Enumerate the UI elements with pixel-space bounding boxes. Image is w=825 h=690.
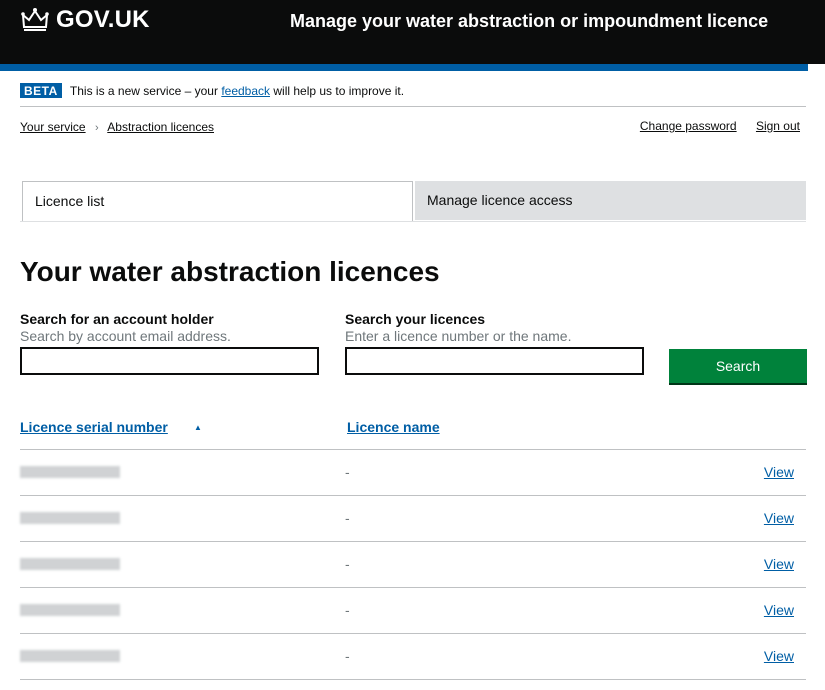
breadcrumb-your-service[interactable]: Your service (20, 120, 86, 134)
redacted-serial-number (20, 604, 120, 616)
view-link[interactable]: View (764, 510, 794, 526)
breadcrumb-abstraction-licences[interactable]: Abstraction licences (107, 120, 214, 134)
tab-licence-list[interactable]: Licence list (22, 181, 413, 221)
view-link[interactable]: View (764, 464, 794, 480)
redacted-serial-number (20, 466, 120, 478)
service-name[interactable]: Manage your water abstraction or impound… (290, 9, 790, 33)
table-row: - View (20, 542, 806, 588)
header-accent-bar (0, 64, 808, 71)
tab-manage-licence-access[interactable]: Manage licence access (415, 181, 806, 220)
search-button[interactable]: Search (669, 349, 807, 383)
phase-text-after: will help us to improve it. (273, 84, 405, 98)
govuk-logo[interactable]: GOV.UK (56, 6, 150, 34)
account-holder-input[interactable] (20, 347, 319, 375)
licence-name-cell: - (345, 556, 350, 572)
site-header: GOV.UK Manage your water abstraction or … (0, 0, 825, 64)
licence-search-field: Search your licences Enter a licence num… (345, 311, 644, 375)
redacted-serial-number (20, 558, 120, 570)
redacted-serial-number (20, 650, 120, 662)
view-link[interactable]: View (764, 602, 794, 618)
breadcrumb-separator-icon: › (94, 122, 99, 134)
view-link[interactable]: View (764, 648, 794, 664)
account-holder-label: Search for an account holder (20, 311, 214, 327)
page-title: Your water abstraction licences (20, 256, 440, 287)
account-links: Change password Sign out (624, 119, 800, 133)
table-row: - View (20, 450, 806, 496)
crown-icon (21, 8, 49, 31)
divider (20, 106, 806, 107)
table-row: - View (20, 496, 806, 542)
licence-name-cell: - (345, 510, 350, 526)
licence-table: - View - View - View - View - View (20, 450, 806, 680)
table-row: - View (20, 634, 806, 680)
licence-search-hint: Enter a licence number or the name. (345, 328, 572, 344)
sign-out-link[interactable]: Sign out (756, 119, 800, 133)
account-holder-search-field: Search for an account holder Search by a… (20, 311, 319, 375)
redacted-serial-number (20, 512, 120, 524)
licence-name-cell: - (345, 464, 350, 480)
sort-ascending-icon[interactable]: ▲ (194, 423, 202, 432)
tab-list: Licence list Manage licence access (20, 181, 806, 222)
view-link[interactable]: View (764, 556, 794, 572)
licence-search-label: Search your licences (345, 311, 486, 327)
account-holder-hint: Search by account email address. (20, 328, 231, 344)
licence-name-cell: - (345, 602, 350, 618)
licence-serial-number-column-header[interactable]: Licence serial number (20, 419, 168, 435)
feedback-link[interactable]: feedback (221, 84, 270, 98)
licence-name-column-header[interactable]: Licence name (347, 419, 440, 435)
table-row: - View (20, 588, 806, 634)
change-password-link[interactable]: Change password (640, 119, 737, 133)
phase-banner: BETA This is a new service – your feedba… (20, 83, 404, 98)
phase-text-before: This is a new service – your (69, 84, 218, 98)
licence-search-input[interactable] (345, 347, 644, 375)
licence-name-cell: - (345, 648, 350, 664)
beta-tag: BETA (20, 83, 62, 98)
breadcrumb: Your service › Abstraction licences (20, 120, 214, 134)
